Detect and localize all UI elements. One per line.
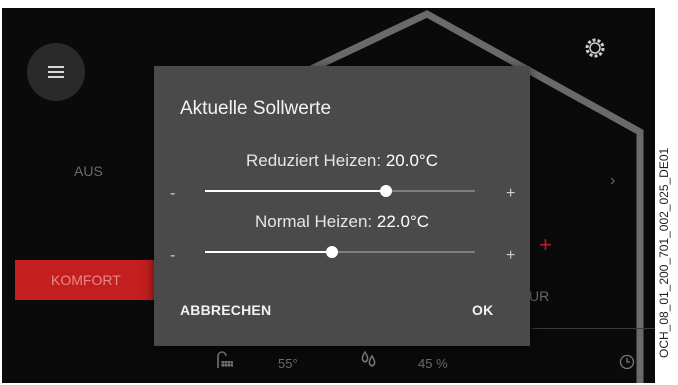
clock-icon[interactable]	[619, 354, 635, 370]
normal-heating-value: 22.0°C	[376, 212, 430, 231]
normal-heating-label-row: Normal Heizen: 22.0°C	[154, 212, 530, 232]
menu-button[interactable]	[27, 43, 85, 101]
reduced-heating-decrease-button[interactable]: -	[170, 186, 175, 202]
reduced-heating-label: Reduziert Heizen:	[245, 151, 382, 170]
hot-water-temp: 55°	[278, 356, 298, 371]
divider	[532, 328, 655, 329]
cancel-button[interactable]: ABBRECHEN	[180, 302, 271, 318]
reduced-heating-slider[interactable]	[205, 185, 475, 197]
radiator-icon	[217, 351, 233, 368]
normal-heating-increase-button[interactable]: +	[506, 248, 515, 264]
chevron-right-icon[interactable]: ›	[610, 172, 615, 190]
background-plus-icon: +	[539, 232, 552, 257]
slider-thumb[interactable]	[325, 246, 338, 258]
gear-icon[interactable]	[582, 35, 608, 61]
image-reference-label: OCH_08_01_200_701_002_025_DE01	[657, 147, 671, 358]
slider-thumb[interactable]	[379, 185, 392, 197]
slider-fill	[205, 251, 332, 253]
humidity-drops-icon	[361, 350, 376, 367]
normal-heating-label: Normal Heizen:	[254, 212, 373, 231]
reduced-heating-value: 20.0°C	[385, 151, 439, 170]
thermostat-screen: AUS KOMFORT UR + › 55° 45 % Aktuelle Sol…	[2, 8, 655, 383]
ok-button[interactable]: OK	[472, 302, 493, 318]
normal-heating-decrease-button[interactable]: -	[170, 248, 175, 264]
background-partial-label: UR	[529, 288, 550, 304]
mode-off-label[interactable]: AUS	[74, 163, 103, 179]
setpoint-dialog: Aktuelle Sollwerte Reduziert Heizen: 20.…	[154, 66, 530, 346]
slider-fill	[205, 190, 386, 192]
humidity-value: 45 %	[418, 356, 448, 371]
mode-comfort-button[interactable]: KOMFORT	[15, 260, 165, 300]
dialog-title: Aktuelle Sollwerte	[180, 98, 332, 119]
normal-heating-slider[interactable]	[205, 246, 475, 258]
reduced-heating-increase-button[interactable]: +	[506, 186, 515, 202]
reduced-heating-label-row: Reduziert Heizen: 20.0°C	[154, 151, 530, 171]
